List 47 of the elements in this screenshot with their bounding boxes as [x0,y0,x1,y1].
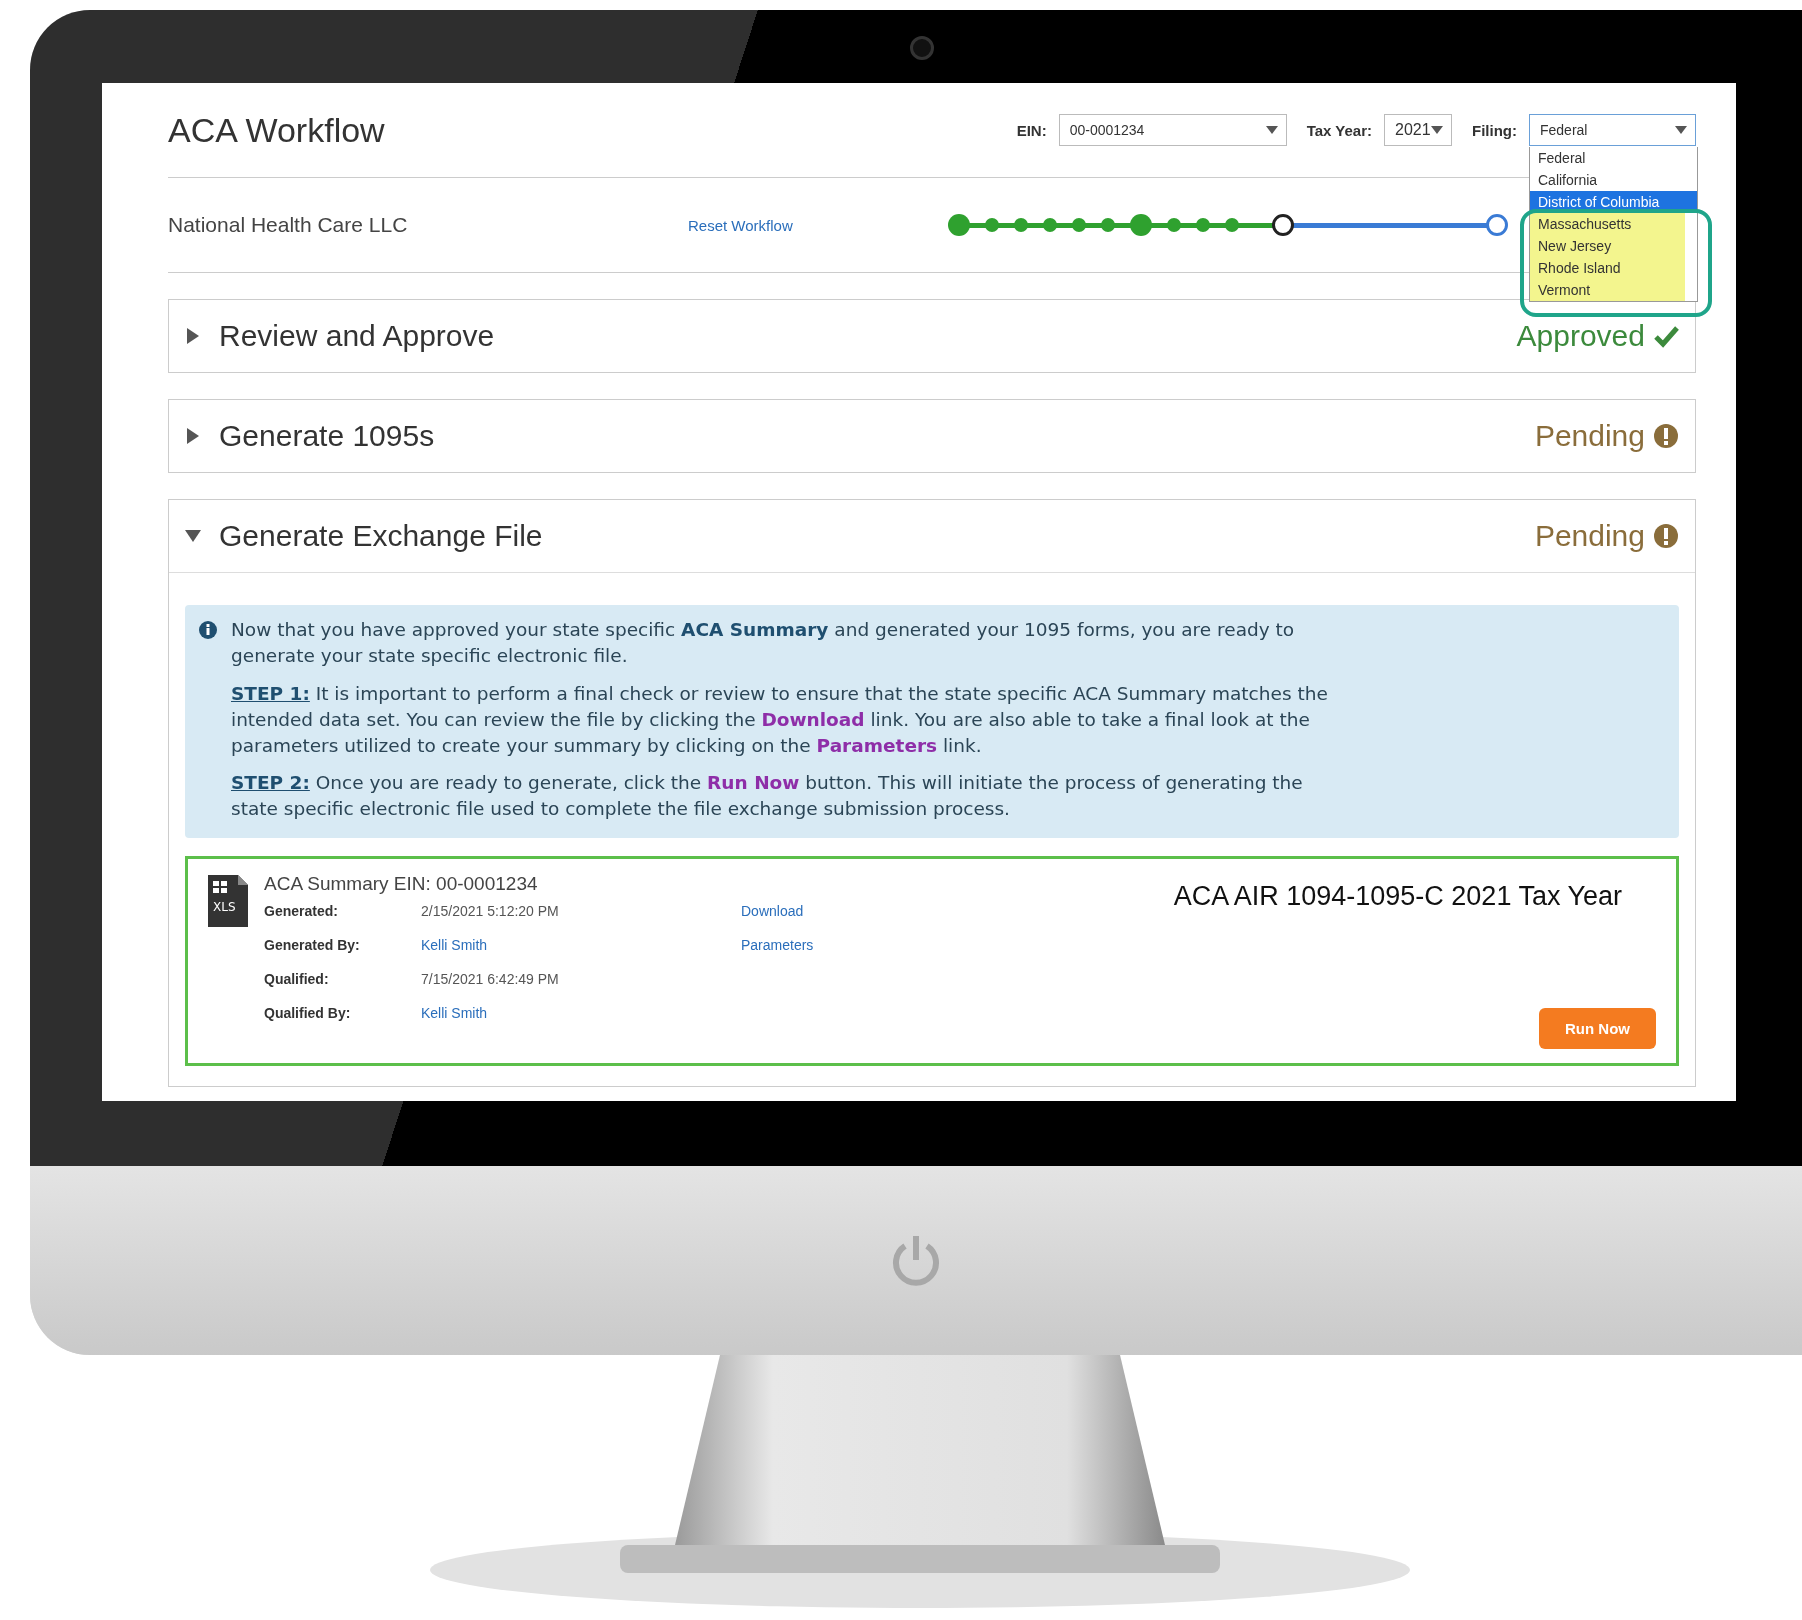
dropdown-option[interactable]: California [1530,169,1697,191]
field-value: 2/15/2021 5:12:20 PM [421,903,560,920]
dropdown-option[interactable]: Vermont [1530,279,1685,301]
caret-icon [1265,126,1278,134]
section-title: Review and Approve [219,319,496,353]
caret-icon [1675,126,1687,134]
right-triangle-icon[interactable] [185,426,201,446]
filter-dropdown[interactable]: 00-0001234 [1058,114,1287,146]
action-link[interactable]: Download [741,903,1160,920]
section-title: Generate Exchange File [219,519,544,553]
spreadsheet-file-icon: XLS [206,873,250,930]
power-icon [891,1233,941,1288]
info-paragraph: Now that you have approved your state specific ACA Summary and generated your 1095 forms, you are ready to generate your state specific electronic file. [231,618,1296,668]
dropdown-option[interactable]: Rhode Island [1530,257,1685,279]
section-status: Approved [1516,319,1679,353]
reset-workflow-link[interactable]: Reset Workflow [688,216,948,234]
section-status: Pending [1534,519,1679,553]
user-link[interactable]: Kelli Smith [421,1005,741,1022]
page-title: ACA Workflow [168,110,386,150]
summary-title: ACA Summary EIN: 00-0001234 [264,873,539,896]
dropdown-option[interactable]: Federal [1530,147,1697,169]
section-status: Pending [1534,419,1679,453]
exclamation-icon [1653,423,1679,449]
camera-icon [910,36,934,60]
user-link[interactable]: Kelli Smith [421,937,741,954]
filter-label: Tax Year: [1306,121,1372,139]
field-value: 7/15/2021 6:42:49 PM [421,971,560,988]
filter-label: Filing: [1472,121,1517,139]
filter-label: EIN: [1016,121,1047,139]
caret-icon [1431,126,1443,134]
filter-dropdown[interactable]: Federal [1529,114,1696,146]
field-label: Generated By: [264,937,361,954]
field-label: Qualified: [264,971,330,988]
dropdown-option[interactable]: New Jersey [1530,235,1685,257]
field-label: Generated: [264,903,339,920]
company-name: National Health Care LLC [168,213,409,237]
action-link[interactable]: Parameters [741,937,1160,954]
field-label: Qualified By: [264,1005,352,1022]
info-icon [199,621,217,639]
report-heading: ACA AIR 1094-1095-C 2021 Tax Year [1173,881,1622,913]
exclamation-icon [1653,523,1679,549]
dropdown-option[interactable]: Massachusetts [1530,213,1685,235]
filter-dropdown[interactable]: 2021 [1384,114,1452,146]
right-triangle-icon[interactable] [185,326,201,346]
section-title: Generate 1095s [219,419,436,453]
info-paragraph: STEP 1: It is important to perform a final check or review to ensure that the state specific ACA Summary matches the intended data set. You can review the file by clicking the Download link. You are also able to take a final look at the parameters utilized to create your summary by clicking on the Parameters link. [231,681,1329,758]
info-paragraph: STEP 2: Once you are ready to generate, click the Run Now button. This will initiate the process of generating the state specific electronic file used to complete the file exchange submission process. [231,771,1304,822]
